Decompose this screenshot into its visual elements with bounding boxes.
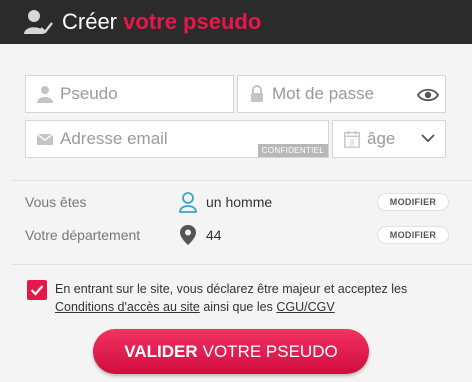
modify-gender-button[interactable]: MODIFIER: [377, 193, 449, 211]
person-outline-icon: [179, 192, 197, 213]
consent-text: En entrant sur le site, vous déclarez êt…: [55, 280, 455, 316]
map-pin-icon: [180, 225, 196, 245]
conditions-link[interactable]: Conditions d'accès au site: [55, 300, 200, 314]
cgu-link[interactable]: CGU/CGV: [276, 300, 334, 314]
modify-department-button[interactable]: MODIFIER: [377, 226, 449, 244]
title-accent: votre pseudo: [123, 9, 262, 34]
email-placeholder: Adresse email: [60, 129, 168, 148]
pseudo-input[interactable]: Pseudo: [25, 75, 234, 113]
department-value: 44: [206, 227, 222, 243]
user-check-icon: [24, 10, 53, 34]
consent-text-before: En entrant sur le site, vous déclarez êt…: [55, 282, 408, 296]
submit-label-rest: VOTRE PSEUDO: [202, 341, 338, 361]
department-row: Votre département 44 MODIFIER: [25, 224, 449, 246]
age-select[interactable]: 8 âge: [332, 120, 446, 158]
gender-label: Vous êtes: [25, 194, 87, 210]
checkmark-icon: [30, 285, 44, 296]
eye-icon[interactable]: [417, 86, 439, 104]
email-input[interactable]: Adresse email CONFIDENTIEL: [25, 120, 329, 158]
chevron-down-icon: [421, 134, 435, 143]
divider: [12, 264, 472, 265]
envelope-icon: [36, 133, 54, 145]
password-placeholder: Mot de passe: [272, 84, 375, 103]
department-label: Votre département: [25, 227, 141, 243]
age-placeholder: âge: [367, 129, 396, 148]
pseudo-placeholder: Pseudo: [60, 84, 118, 103]
consent-text-middle: ainsi que les: [203, 300, 273, 314]
confidential-badge: CONFIDENTIEL: [257, 144, 328, 157]
gender-value: un homme: [206, 194, 273, 210]
header-bar: Créer votre pseudo: [0, 0, 472, 44]
validate-pseudo-button[interactable]: VALIDER VOTRE PSEUDO: [93, 329, 369, 374]
calendar-number: 8: [350, 138, 355, 147]
consent-checkbox[interactable]: [27, 280, 47, 300]
calendar-icon: 8: [344, 130, 360, 148]
user-icon: [37, 86, 53, 103]
lock-icon: [251, 85, 263, 102]
gender-row: Vous êtes un homme MODIFIER: [25, 191, 449, 213]
password-input[interactable]: Mot de passe: [237, 75, 446, 113]
divider: [12, 180, 472, 181]
submit-label-bold: VALIDER: [124, 341, 198, 361]
title-plain: Créer: [62, 9, 118, 34]
page-title: Créer votre pseudo: [62, 9, 261, 35]
modify-label: MODIFIER: [389, 230, 437, 240]
modify-label: MODIFIER: [389, 197, 437, 207]
